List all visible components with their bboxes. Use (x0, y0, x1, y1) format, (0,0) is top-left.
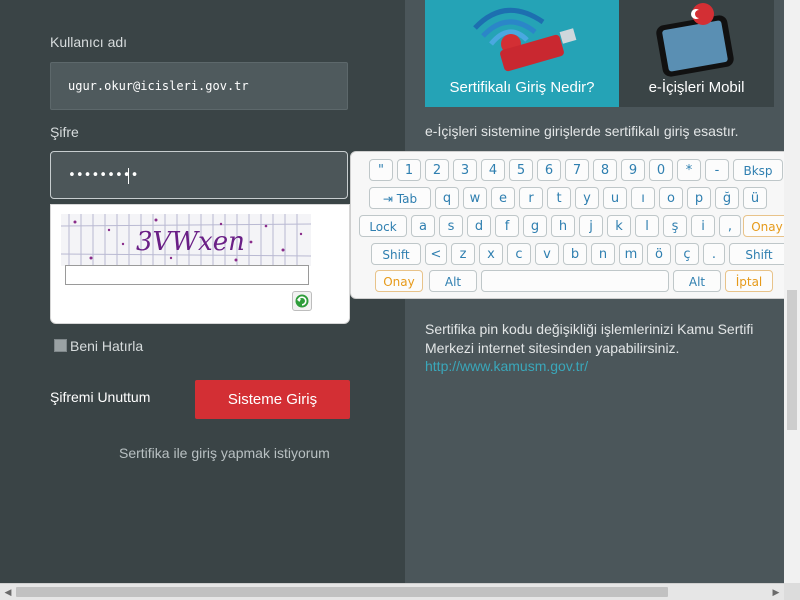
pin-info-line1: Sertifika pin kodu değişikliği işlemleri… (425, 321, 754, 337)
key-y[interactable]: y (575, 187, 599, 209)
key-j[interactable]: j (579, 215, 603, 237)
key-7[interactable]: 7 (565, 159, 589, 181)
key-a[interactable]: a (411, 215, 435, 237)
tile-mobile-label: e-İçişleri Mobil (648, 79, 745, 96)
certificate-login-link[interactable]: Sertifika ile giriş yapmak istiyorum (119, 445, 330, 461)
horizontal-scrollbar[interactable]: ◀ ▶ (0, 583, 800, 600)
captcha-input[interactable] (65, 265, 309, 285)
key-space[interactable] (481, 270, 669, 292)
key-u[interactable]: u (603, 187, 627, 209)
key-p[interactable]: p (687, 187, 711, 209)
key-2[interactable]: 2 (425, 159, 449, 181)
key-i[interactable]: i (691, 215, 715, 237)
pin-info-line2: Merkezi internet sitesinden yapabilirsin… (425, 340, 680, 356)
password-label: Şifre (50, 124, 79, 140)
key-1[interactable]: 1 (397, 159, 421, 181)
key-u-umlaut[interactable]: ü (743, 187, 767, 209)
key-dotless-i[interactable]: ı (631, 187, 655, 209)
key-x[interactable]: x (479, 243, 503, 265)
key-cancel[interactable]: İptal (725, 270, 773, 292)
key-z[interactable]: z (451, 243, 475, 265)
key-quote[interactable]: " (369, 159, 393, 181)
password-field[interactable]: ••••••••• (50, 151, 348, 199)
scrollbar-corner (784, 583, 800, 600)
text-caret (128, 168, 129, 184)
key-backspace[interactable]: Bksp (733, 159, 783, 181)
key-o-umlaut[interactable]: ö (647, 243, 671, 265)
key-h[interactable]: h (551, 215, 575, 237)
key-4[interactable]: 4 (481, 159, 505, 181)
key-f[interactable]: f (495, 215, 519, 237)
refresh-icon (295, 294, 309, 308)
key-s-cedilla[interactable]: ş (663, 215, 687, 237)
tile-certificate-login[interactable]: Sertifikalı Giriş Nedir? (425, 0, 619, 107)
key-confirm-bottom[interactable]: Onay (375, 270, 423, 292)
key-n[interactable]: n (591, 243, 615, 265)
username-value: ugur.okur@icisleri.gov.tr (68, 79, 249, 93)
login-button[interactable]: Sisteme Giriş (195, 380, 350, 419)
scroll-right-icon[interactable]: ▶ (768, 584, 784, 600)
captcha-text: 3VWxen (136, 227, 245, 257)
remember-label: Beni Hatırla (70, 338, 144, 354)
key-k[interactable]: k (607, 215, 631, 237)
key-shift-left[interactable]: Shift (371, 243, 421, 265)
captcha-image: 3VWxen (61, 214, 311, 266)
vertical-scrollbar[interactable] (784, 0, 800, 583)
key-e[interactable]: e (491, 187, 515, 209)
key-m[interactable]: m (619, 243, 643, 265)
scroll-left-icon[interactable]: ◀ (0, 584, 16, 600)
vertical-scroll-thumb[interactable] (787, 290, 797, 430)
key-comma[interactable]: , (719, 215, 741, 237)
key-6[interactable]: 6 (537, 159, 561, 181)
tile-certificate-label: Sertifikalı Giriş Nedir? (449, 79, 595, 96)
key-0[interactable]: 0 (649, 159, 673, 181)
captcha-panel: 3VWxen (50, 204, 350, 324)
key-tab[interactable]: ⇥ Tab (369, 187, 431, 209)
key-3[interactable]: 3 (453, 159, 477, 181)
key-alt-left[interactable]: Alt (429, 270, 477, 292)
key-w[interactable]: w (463, 187, 487, 209)
key-8[interactable]: 8 (593, 159, 617, 181)
remember-checkbox[interactable] (54, 339, 67, 352)
username-label: Kullanıcı adı (50, 34, 128, 50)
username-field[interactable]: ugur.okur@icisleri.gov.tr (50, 62, 348, 110)
refresh-captcha-button[interactable] (292, 291, 312, 311)
key-shift-right[interactable]: Shift (729, 243, 789, 265)
key-period[interactable]: . (703, 243, 725, 265)
horizontal-scroll-thumb[interactable] (16, 587, 668, 597)
key-d[interactable]: d (467, 215, 491, 237)
key-9[interactable]: 9 (621, 159, 645, 181)
key-r[interactable]: r (519, 187, 543, 209)
key-asterisk[interactable]: * (677, 159, 701, 181)
key-less-than[interactable]: < (425, 243, 447, 265)
key-t[interactable]: t (547, 187, 571, 209)
key-c-cedilla[interactable]: ç (675, 243, 699, 265)
tile-mobile[interactable]: e-İçişleri Mobil (619, 0, 774, 107)
key-b[interactable]: b (563, 243, 587, 265)
key-g-breve[interactable]: ğ (715, 187, 739, 209)
key-g[interactable]: g (523, 215, 547, 237)
key-5[interactable]: 5 (509, 159, 533, 181)
usb-token-icon (473, 7, 577, 72)
key-q[interactable]: q (435, 187, 459, 209)
key-alt-right[interactable]: Alt (673, 270, 721, 292)
key-v[interactable]: v (535, 243, 559, 265)
key-c[interactable]: c (507, 243, 531, 265)
key-minus[interactable]: - (705, 159, 729, 181)
virtual-keyboard: " 1 2 3 4 5 6 7 8 9 0 * - Bksp ⇥ Tab q w… (350, 151, 797, 299)
forgot-password-link[interactable]: Şifremi Unuttum (50, 389, 150, 405)
key-caps-lock[interactable]: Lock (359, 215, 407, 237)
key-o[interactable]: o (659, 187, 683, 209)
certificate-info-text: e-İçişleri sistemine girişlerde sertifik… (425, 123, 739, 139)
smartphone-icon (656, 3, 734, 77)
key-l[interactable]: l (635, 215, 659, 237)
kamusm-link[interactable]: http://www.kamusm.gov.tr/ (425, 357, 588, 376)
key-s[interactable]: s (439, 215, 463, 237)
